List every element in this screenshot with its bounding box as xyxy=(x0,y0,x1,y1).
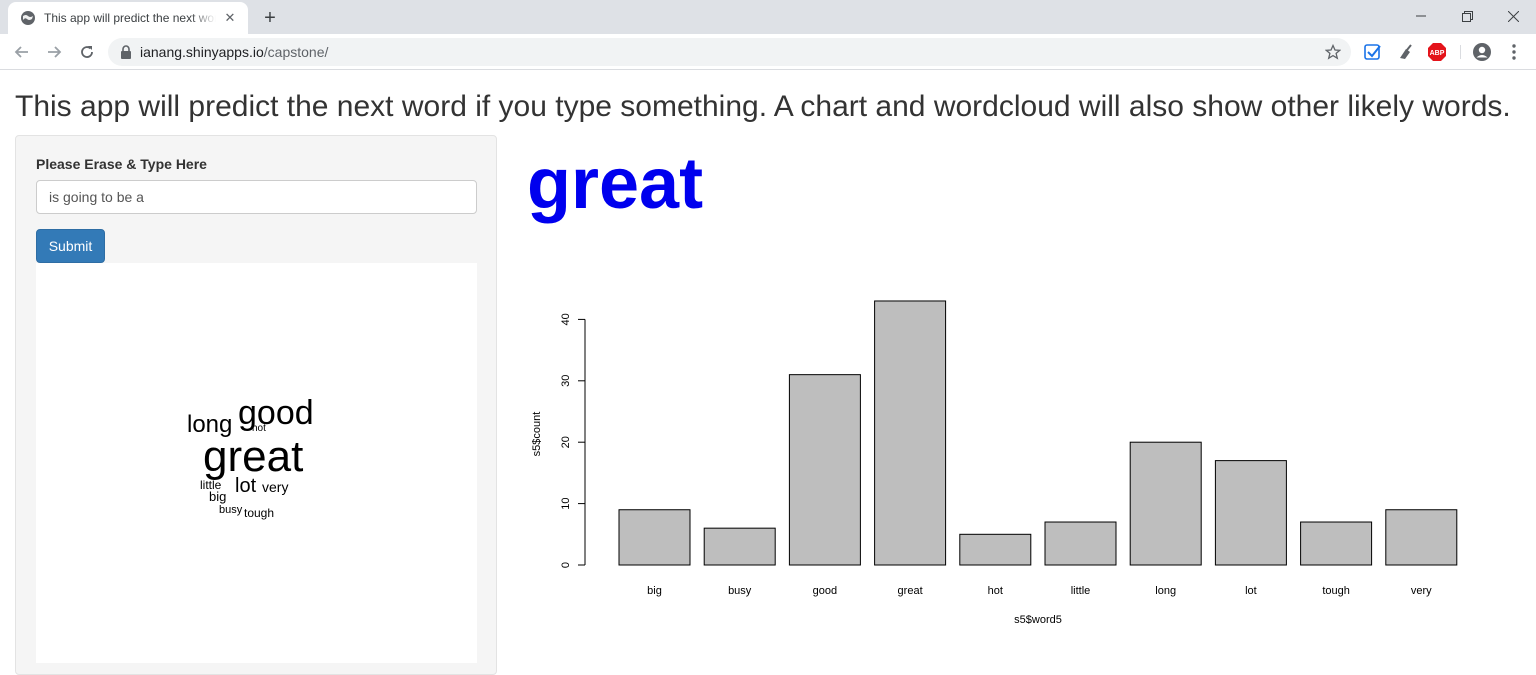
y-tick-label-40: 40 xyxy=(560,313,572,325)
kebab-menu-icon[interactable] xyxy=(1505,42,1523,62)
y-tick-label-30: 30 xyxy=(560,375,572,387)
x-tick-label-busy: busy xyxy=(728,585,752,597)
submit-button[interactable]: Submit xyxy=(36,229,105,263)
close-window-icon[interactable] xyxy=(1490,0,1536,32)
bar-good xyxy=(788,374,861,566)
y-axis-label: s5$count xyxy=(531,412,543,457)
x-axis-label: s5$word5 xyxy=(1014,614,1062,626)
x-tick-label-lot: lot xyxy=(1245,585,1257,597)
wordcloud-word-tough: tough xyxy=(244,506,275,520)
close-tab-icon[interactable]: ✕ xyxy=(222,10,238,26)
x-tick-label-very: very xyxy=(1411,585,1432,597)
address-bar[interactable]: ianang.shinyapps.io/capstone/ xyxy=(108,38,1351,66)
url-path: /capstone/ xyxy=(263,44,329,60)
x-tick-label-big: big xyxy=(647,585,662,597)
bar-lot xyxy=(1214,460,1287,566)
toolbar-separator xyxy=(1460,45,1461,59)
y-tick-label-20: 20 xyxy=(560,436,572,448)
y-tick-label-10: 10 xyxy=(560,497,572,509)
bar-long xyxy=(1129,441,1202,566)
input-label: Please Erase & Type Here xyxy=(36,156,207,172)
bookmark-star-icon[interactable] xyxy=(1325,44,1341,60)
reload-icon[interactable] xyxy=(75,40,99,64)
bar-great xyxy=(874,300,947,566)
predicted-word: great xyxy=(527,144,704,224)
x-tick-label-little: little xyxy=(1071,585,1091,597)
browser-tab[interactable]: This app will predict the next word if y… xyxy=(8,2,248,34)
wordcloud-word-great: great xyxy=(203,432,304,481)
back-arrow-icon[interactable] xyxy=(10,40,34,64)
wordcloud-word-long: long xyxy=(187,411,233,438)
adblock-plus-icon[interactable]: ABP xyxy=(1427,42,1447,62)
x-tick-label-great: great xyxy=(898,585,923,597)
bar-very xyxy=(1385,509,1458,566)
svg-text:ABP: ABP xyxy=(1430,50,1445,57)
url-host: ianang.shinyapps.io xyxy=(140,44,264,60)
bar-little xyxy=(1044,521,1117,566)
url-text: ianang.shinyapps.io/capstone/ xyxy=(140,44,328,60)
x-tick-label-tough: tough xyxy=(1322,585,1350,597)
wordcloud-word-big: big xyxy=(209,489,227,504)
forward-arrow-icon[interactable] xyxy=(42,40,66,64)
wordcloud: great good long lot very little big tough busy ho… xyxy=(36,263,477,663)
checkmark-extension-icon[interactable] xyxy=(1363,42,1383,62)
globe-icon xyxy=(21,11,35,25)
wordcloud-word-busy: busy xyxy=(219,504,243,516)
wordcloud-word-hot: hot xyxy=(252,423,266,434)
wordcloud-word-good: good xyxy=(238,394,314,432)
bar-big xyxy=(618,509,691,566)
tab-bar: This app will predict the next word if y… xyxy=(0,0,1536,34)
sidebar-panel: Please Erase & Type Here Submit greatgoo… xyxy=(15,135,497,675)
bar-tough xyxy=(1300,521,1373,566)
bar-busy xyxy=(703,527,776,566)
bar-chart: big busy good great hot little long lot tough ver… xyxy=(531,300,1458,626)
wordcloud-word-very: very xyxy=(262,479,289,495)
restore-icon[interactable] xyxy=(1444,0,1490,32)
lock-icon xyxy=(121,45,131,59)
browser-toolbar: ianang.shinyapps.io/capstone/ ABP xyxy=(0,34,1536,70)
x-tick-label-good: good xyxy=(813,585,837,597)
x-tick-label-hot: hot xyxy=(988,585,1003,597)
x-tick-label-long: long xyxy=(1155,585,1176,597)
broom-extension-icon[interactable] xyxy=(1396,42,1416,62)
tab-title: This app will predict the next word if y… xyxy=(44,11,216,25)
y-tick-label-0: 0 xyxy=(560,562,572,568)
bar-hot xyxy=(959,533,1032,566)
profile-avatar-icon[interactable] xyxy=(1472,42,1492,62)
phrase-input[interactable] xyxy=(36,180,477,214)
wordcloud-word-lot: lot xyxy=(235,475,257,497)
new-tab-icon[interactable]: + xyxy=(258,7,282,29)
page-title: This app will predict the next word if y… xyxy=(15,90,1511,123)
minimize-icon[interactable] xyxy=(1398,0,1444,32)
